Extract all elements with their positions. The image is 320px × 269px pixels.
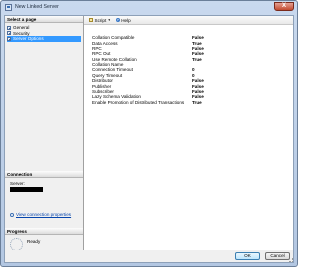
- property-name: Collation Name: [92, 62, 124, 68]
- property-name: RPC Out: [92, 51, 111, 57]
- window-title: New Linked Server: [15, 4, 59, 10]
- property-name: Subscriber: [92, 88, 114, 94]
- property-name: Connection Timeout: [92, 67, 133, 73]
- app-icon: [5, 4, 12, 11]
- progress-header: Progress: [5, 228, 83, 235]
- property-value[interactable]: False: [192, 46, 204, 51]
- page-item-label: General: [13, 25, 30, 31]
- title-bar[interactable]: New Linked Server X: [1, 1, 297, 15]
- page-item-server-options[interactable]: Server Options: [7, 36, 81, 42]
- connection-properties-icon: [10, 212, 14, 217]
- page-item-label: Security: [13, 30, 30, 36]
- property-name: Query Timeout: [92, 72, 123, 78]
- property-value[interactable]: False: [192, 84, 204, 89]
- view-connection-properties-label: View connection properties: [16, 212, 72, 217]
- resize-grip-icon[interactable]: [289, 258, 293, 262]
- property-value[interactable]: False: [192, 78, 204, 83]
- progress-status: Ready: [27, 238, 41, 244]
- property-value[interactable]: True: [192, 100, 202, 105]
- property-row[interactable]: Enable Promotion of Distributed Transact…: [92, 100, 292, 105]
- page-list: General Security Server Options: [7, 25, 81, 42]
- server-value-redacted: [10, 186, 43, 192]
- property-name: Collation Compatible: [92, 35, 135, 41]
- ok-button[interactable]: OK: [235, 251, 260, 260]
- property-value[interactable]: 0: [192, 67, 195, 72]
- properties-pane: Script ▼ ? Help Collation Compatible Fals…: [84, 16, 293, 250]
- property-value[interactable]: False: [192, 35, 204, 40]
- help-icon: ?: [115, 18, 120, 22]
- script-icon: [89, 18, 93, 22]
- property-name: Distributor: [92, 78, 113, 84]
- select-page-header: Select a page: [5, 16, 83, 23]
- script-label: Script: [94, 17, 107, 23]
- property-name: RPC: [92, 45, 102, 51]
- chevron-down-icon[interactable]: ▼: [108, 18, 111, 22]
- page-icon: [7, 25, 11, 30]
- script-button[interactable]: Script ▼: [89, 18, 111, 23]
- page-icon: [7, 36, 11, 41]
- property-name: Lazy Schema Validation: [92, 94, 141, 100]
- property-name: Data Access: [92, 40, 118, 46]
- toolbar: Script ▼ ? Help: [84, 16, 293, 25]
- property-name: Use Remote Collation: [92, 56, 137, 62]
- connection-info: Server:: [10, 181, 81, 192]
- view-connection-properties-link[interactable]: View connection properties: [10, 212, 71, 217]
- close-button[interactable]: X: [274, 2, 294, 11]
- help-label: Help: [121, 17, 131, 23]
- cancel-button[interactable]: Cancel: [265, 251, 290, 260]
- new-linked-server-dialog: New Linked Server X Select a page Genera…: [0, 0, 298, 267]
- page-item-label: Server Options: [13, 36, 44, 42]
- dialog-footer: OK Cancel: [5, 250, 293, 262]
- server-label: Server:: [10, 181, 25, 186]
- property-value[interactable]: True: [192, 57, 202, 62]
- left-pane: Select a page General Security Server Op…: [5, 16, 84, 251]
- property-grid: Collation Compatible False Data Access Tru…: [92, 35, 292, 105]
- page-icon: [7, 31, 11, 36]
- property-name: Publisher: [92, 83, 112, 89]
- property-value[interactable]: True: [192, 41, 202, 46]
- property-name: Enable Promotion of Distributed Transact…: [92, 99, 185, 105]
- dialog-client-area: Select a page General Security Server Op…: [4, 15, 294, 263]
- property-value[interactable]: False: [192, 94, 204, 99]
- connection-header: Connection: [5, 171, 83, 178]
- property-value[interactable]: 0: [192, 73, 195, 78]
- property-value[interactable]: False: [192, 51, 204, 56]
- property-value[interactable]: False: [192, 89, 204, 94]
- help-button[interactable]: ? Help: [115, 17, 131, 23]
